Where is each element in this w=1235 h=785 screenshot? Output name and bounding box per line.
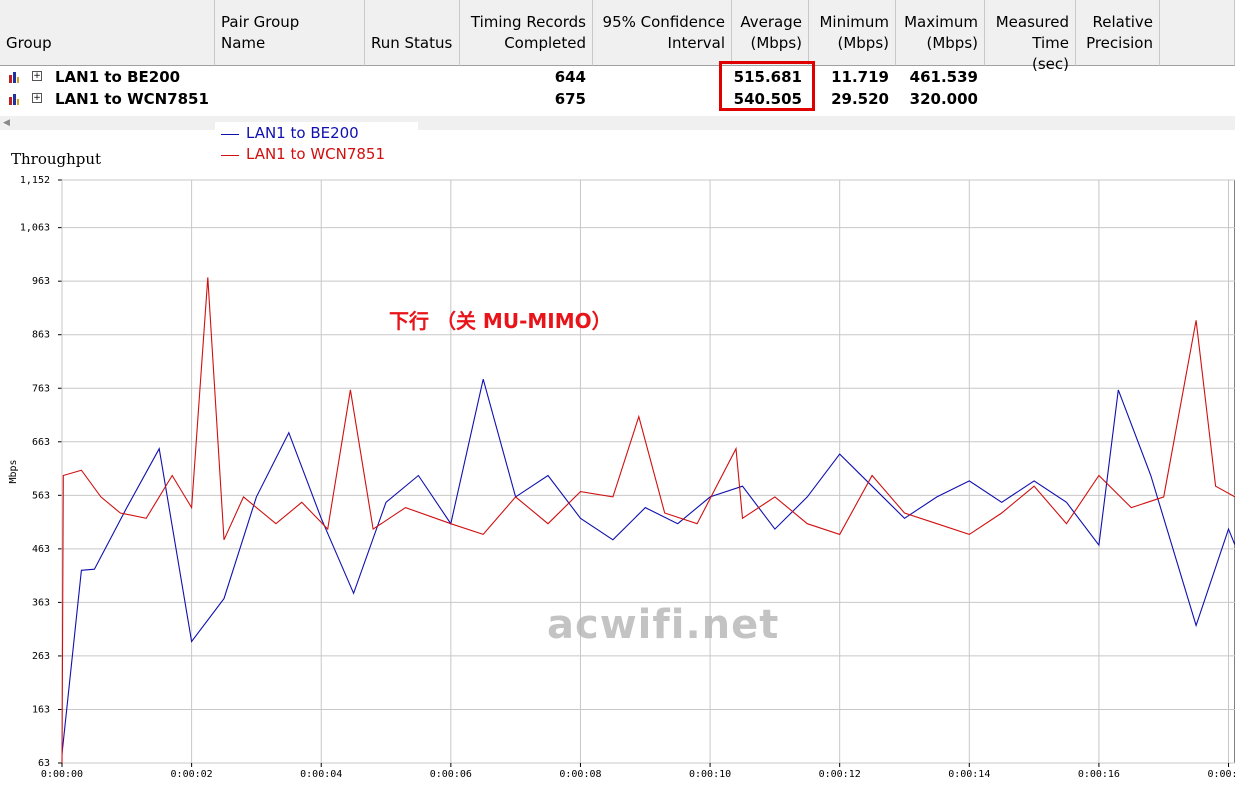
chart-annotation: 下行 （关 MU-MIMO） bbox=[389, 309, 612, 333]
y-tick-label: 1,063 bbox=[20, 223, 50, 234]
column-header-status[interactable]: Run Status bbox=[365, 0, 460, 66]
plot-title: Throughput bbox=[11, 150, 102, 168]
watermark: acwifi.net bbox=[547, 602, 780, 648]
y-tick-label: 63 bbox=[38, 758, 50, 769]
legend-swatch bbox=[221, 134, 239, 135]
column-header-pair[interactable]: Pair Group Name bbox=[215, 0, 365, 66]
x-tick-label: 0:00:12 bbox=[819, 769, 861, 780]
table-row[interactable]: + LAN1 to BE200 644 515.681 11.719 461.539 bbox=[0, 66, 1235, 88]
column-header-avg[interactable]: Average (Mbps) bbox=[732, 0, 809, 66]
horizontal-scrollbar[interactable]: ◀ bbox=[0, 116, 1235, 130]
x-tick-label: 0:00:16 bbox=[1078, 769, 1120, 780]
column-header-filler bbox=[1160, 0, 1235, 66]
x-tick-label: 0:00:18 bbox=[1207, 769, 1235, 780]
column-header-prec[interactable]: Relative Precision bbox=[1076, 0, 1160, 66]
x-tick-label: 0:00:14 bbox=[948, 769, 990, 780]
y-tick-label: 963 bbox=[32, 276, 50, 287]
x-tick-label: 0:00:04 bbox=[300, 769, 342, 780]
y-tick-label: 163 bbox=[32, 704, 50, 715]
row-records: 644 bbox=[554, 68, 586, 86]
y-tick-label: 663 bbox=[32, 437, 50, 448]
legend-swatch bbox=[221, 155, 239, 156]
row-max: 320.000 bbox=[909, 90, 978, 108]
y-tick-label: 563 bbox=[32, 490, 50, 501]
row-group-name: LAN1 to WCN7851 bbox=[55, 90, 209, 108]
column-header-ci[interactable]: 95% Confidence Interval bbox=[593, 0, 732, 66]
y-tick-label: 763 bbox=[32, 383, 50, 394]
column-header-records[interactable]: Timing Records Completed bbox=[460, 0, 593, 66]
x-tick-label: 0:00:10 bbox=[689, 769, 731, 780]
scroll-left-arrow-icon[interactable]: ◀ bbox=[3, 118, 10, 128]
results-table: Group Pair Group Name Run Status Timing Reco… bbox=[0, 0, 1235, 118]
row-min: 11.719 bbox=[831, 68, 889, 86]
row-max: 461.539 bbox=[909, 68, 978, 86]
y-tick-label: 363 bbox=[32, 597, 50, 608]
column-header-time[interactable]: Measured Time (sec) bbox=[985, 0, 1076, 73]
column-header-min[interactable]: Minimum (Mbps) bbox=[809, 0, 896, 66]
legend-label: LAN1 to WCN7851 bbox=[246, 145, 386, 163]
chart-legend: LAN1 to BE200 LAN1 to WCN7851 bbox=[215, 122, 418, 166]
x-tick-label: 0:00:08 bbox=[559, 769, 601, 780]
y-tick-label: 263 bbox=[32, 651, 50, 662]
x-tick-label: 0:00:00 bbox=[41, 769, 83, 780]
y-tick-label: 863 bbox=[32, 330, 50, 341]
legend-label: LAN1 to BE200 bbox=[246, 124, 359, 142]
y-axis-label: Mbps bbox=[8, 459, 19, 483]
row-records: 675 bbox=[554, 90, 586, 108]
row-group-name: LAN1 to BE200 bbox=[55, 68, 181, 86]
y-tick-label: 1,152 bbox=[20, 175, 50, 186]
table-row[interactable]: + LAN1 to WCN7851 675 540.505 29.520 320.000 bbox=[0, 88, 1235, 110]
average-highlight-box bbox=[719, 61, 815, 111]
throughput-chart: 1,1521,063963863763663563463363263163630… bbox=[8, 175, 1235, 780]
expand-icon[interactable]: + bbox=[32, 71, 42, 81]
column-header-max[interactable]: Maximum (Mbps) bbox=[896, 0, 985, 66]
x-tick-label: 0:00:02 bbox=[171, 769, 213, 780]
bar-chart-icon bbox=[9, 94, 19, 105]
expand-icon[interactable]: + bbox=[32, 93, 42, 103]
x-tick-label: 0:00:06 bbox=[430, 769, 472, 780]
column-header-group[interactable]: Group bbox=[0, 0, 215, 66]
bar-chart-icon bbox=[9, 72, 19, 83]
y-tick-label: 463 bbox=[32, 544, 50, 555]
plot-area bbox=[61, 179, 1235, 764]
row-min: 29.520 bbox=[831, 90, 889, 108]
